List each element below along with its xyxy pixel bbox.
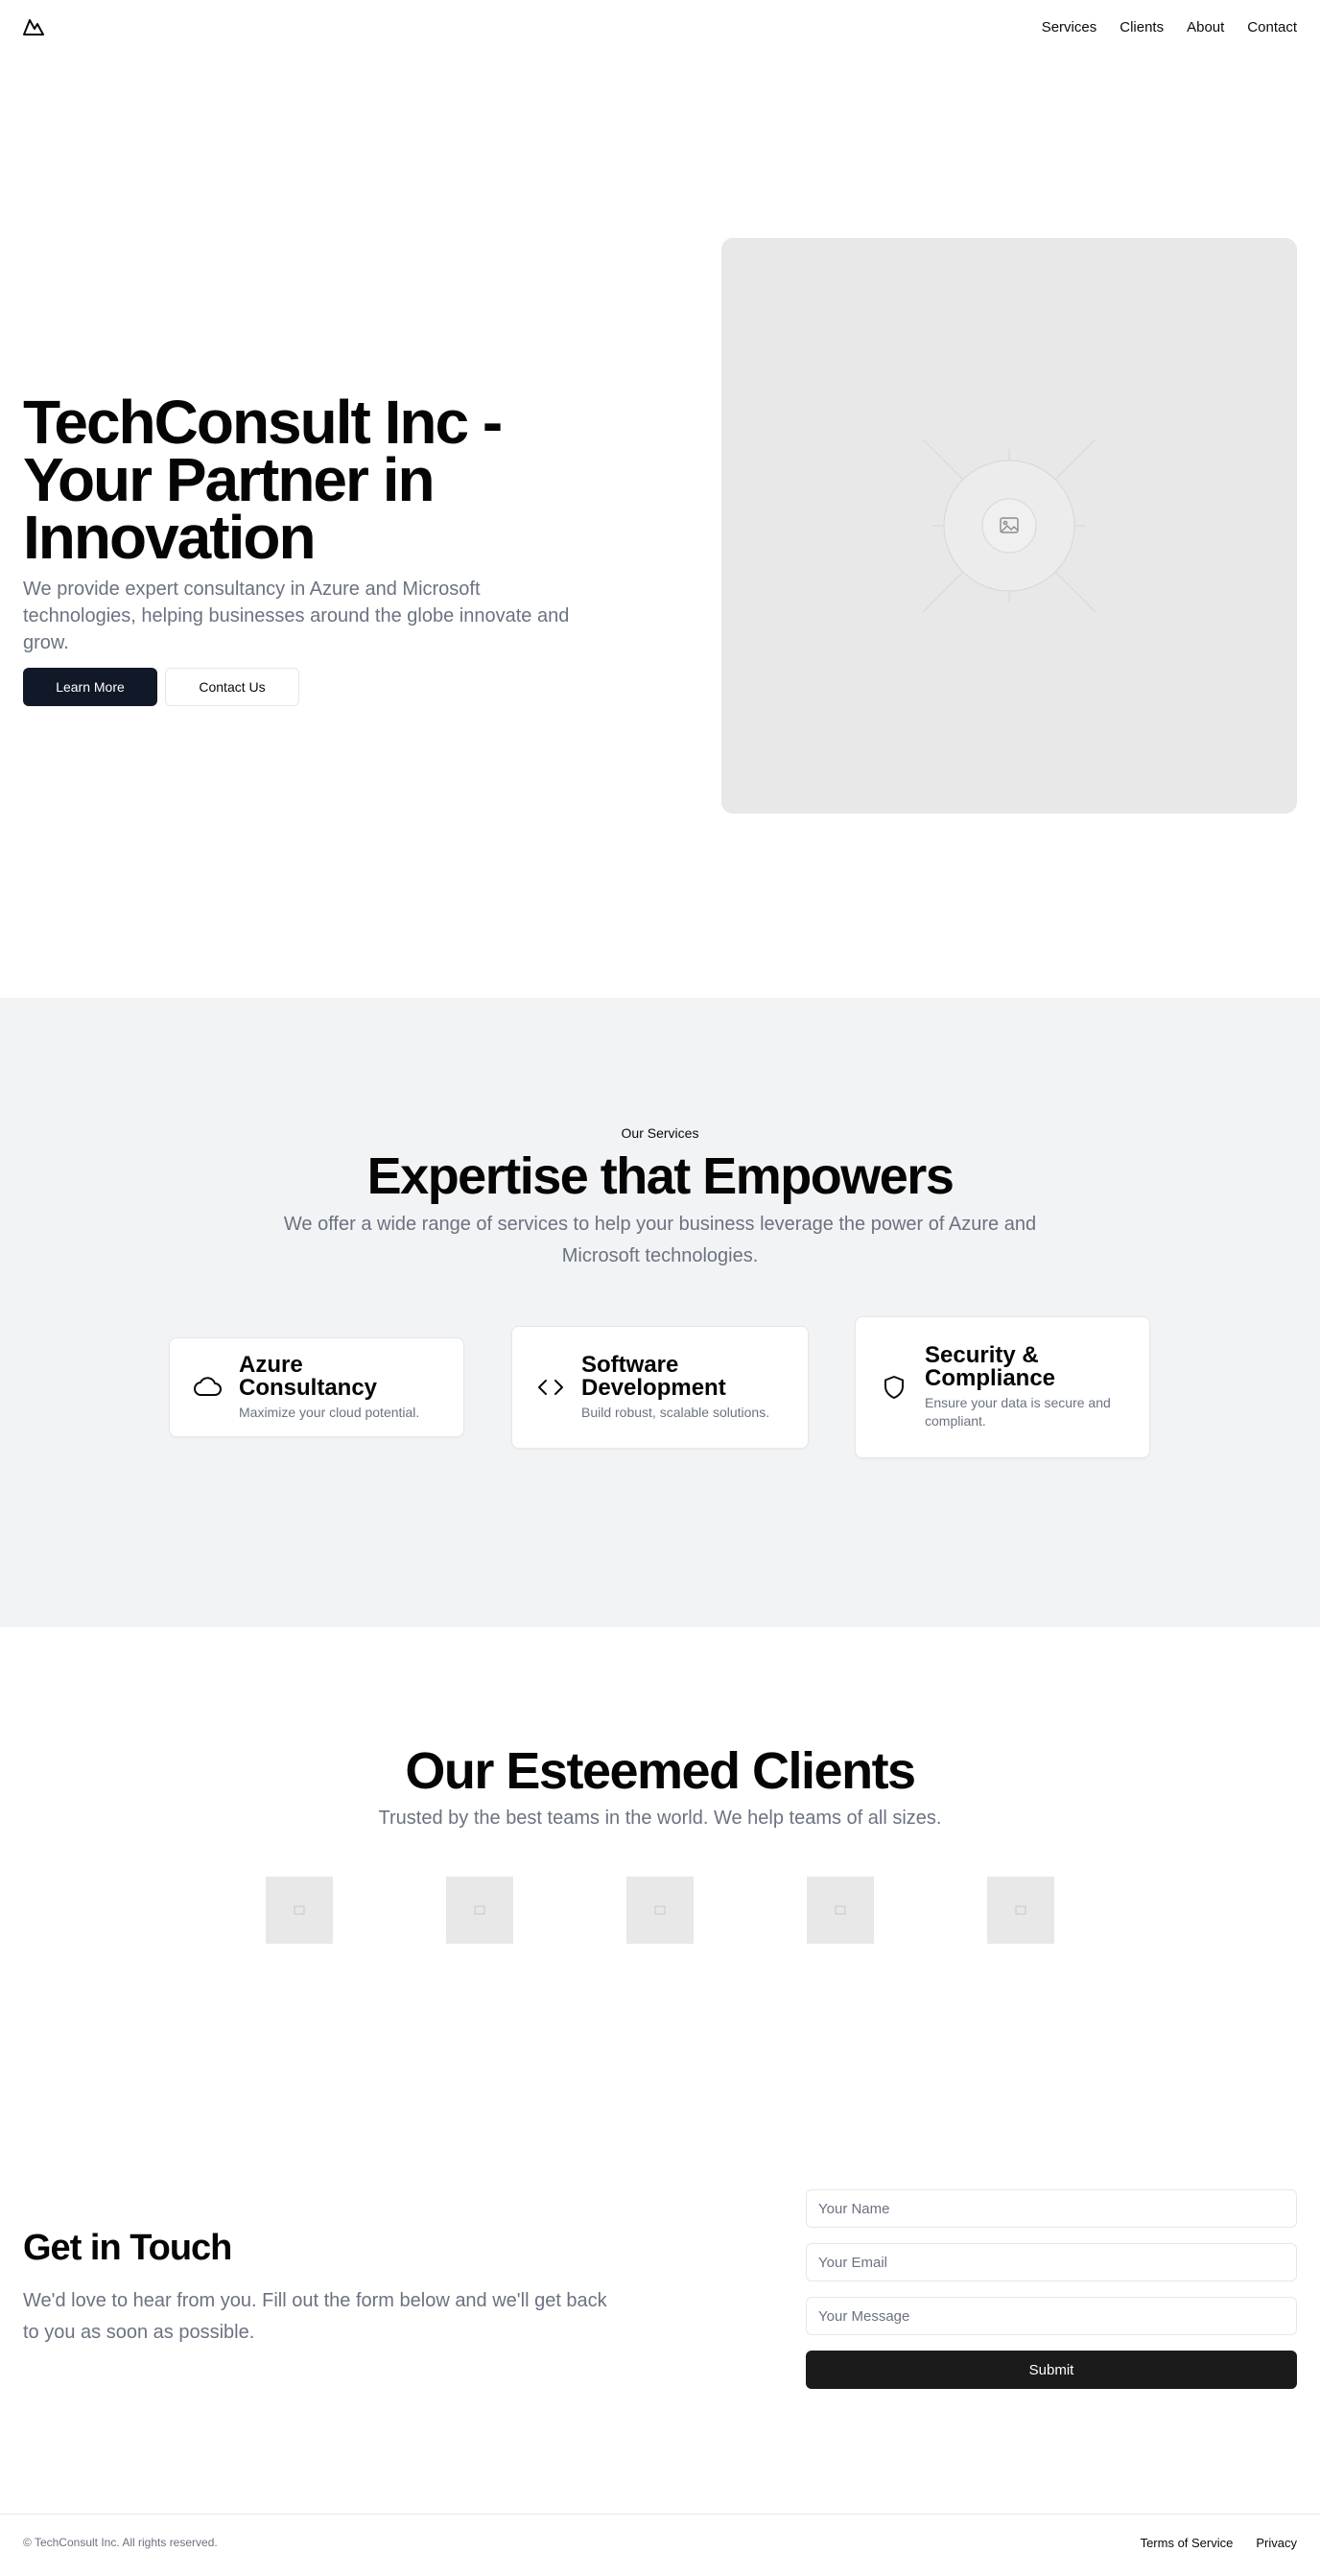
privacy-link[interactable]: Privacy bbox=[1256, 2536, 1297, 2550]
learn-more-button[interactable]: Learn More bbox=[23, 668, 157, 706]
site-header: Services Clients About Contact bbox=[0, 0, 1320, 54]
name-field[interactable] bbox=[806, 2189, 1297, 2228]
services-title: Expertise that Empowers bbox=[366, 1147, 955, 1205]
code-icon bbox=[535, 1372, 566, 1403]
contact-us-button[interactable]: Contact Us bbox=[165, 668, 299, 706]
shield-icon bbox=[879, 1372, 909, 1403]
client-logo bbox=[626, 1877, 694, 1944]
site-footer: © TechConsult Inc. All rights reserved. … bbox=[0, 2514, 1320, 2576]
message-field[interactable] bbox=[806, 2297, 1297, 2335]
services-subtitle: We offer a wide range of services to hel… bbox=[283, 1214, 1037, 1266]
nav-link-clients[interactable]: Clients bbox=[1120, 19, 1164, 35]
mountain-icon[interactable] bbox=[23, 15, 46, 38]
card-title: Azure Consultancy bbox=[239, 1351, 378, 1401]
client-logo bbox=[987, 1877, 1054, 1944]
card-description: Maximize your cloud potential. bbox=[239, 1404, 420, 1420]
client-logo bbox=[807, 1877, 874, 1944]
nav-link-about[interactable]: About bbox=[1187, 19, 1224, 35]
card-title: Security & Compliance bbox=[925, 1342, 1056, 1391]
hero-title: TechConsult Inc - Your Partner in Innova… bbox=[23, 388, 503, 572]
hero-buttons: Learn More Contact Us bbox=[23, 668, 637, 706]
clients-subtitle: Trusted by the best teams in the world. … bbox=[378, 1808, 942, 1829]
footer-links: Terms of Service Privacy bbox=[1141, 2536, 1297, 2550]
nav-link-services[interactable]: Services bbox=[1042, 19, 1097, 35]
card-title: Software Development bbox=[581, 1351, 726, 1401]
contact-section: Get in Touch We'd love to hear from you.… bbox=[0, 2068, 1320, 2514]
hero-image-placeholder bbox=[721, 238, 1297, 814]
client-logo bbox=[266, 1877, 333, 1944]
cloud-icon bbox=[193, 1372, 224, 1403]
services-section: Our Services Expertise that Empowers We … bbox=[0, 998, 1320, 1627]
main-nav: Services Clients About Contact bbox=[1042, 19, 1297, 35]
hero-text: TechConsult Inc - Your Partner in Innova… bbox=[23, 388, 637, 706]
hero-section: TechConsult Inc - Your Partner in Innova… bbox=[0, 54, 1320, 998]
email-field[interactable] bbox=[806, 2243, 1297, 2281]
copyright-text: © TechConsult Inc. All rights reserved. bbox=[23, 2536, 218, 2549]
services-eyebrow: Our Services bbox=[621, 1125, 699, 1141]
service-card-security[interactable]: Security & Compliance Ensure your data i… bbox=[855, 1316, 1150, 1458]
service-card-software[interactable]: Software Development Build robust, scala… bbox=[511, 1326, 809, 1449]
contact-subtitle: We'd love to hear from you. Fill out the… bbox=[23, 2290, 607, 2343]
card-description: Build robust, scalable solutions. bbox=[581, 1404, 770, 1420]
client-logo bbox=[446, 1877, 513, 1944]
card-description: Ensure your data is secure and compliant… bbox=[925, 1395, 1111, 1429]
service-card-azure[interactable]: Azure Consultancy Maximize your cloud po… bbox=[169, 1337, 464, 1437]
hero-subtitle: We provide expert consultancy in Azure a… bbox=[23, 579, 570, 653]
contact-title: Get in Touch bbox=[23, 2228, 232, 2268]
clients-section: Our Esteemed Clients Trusted by the best… bbox=[0, 1627, 1320, 2068]
nav-link-contact[interactable]: Contact bbox=[1247, 19, 1297, 35]
terms-link[interactable]: Terms of Service bbox=[1141, 2536, 1234, 2550]
clients-title: Our Esteemed Clients bbox=[405, 1742, 916, 1800]
image-placeholder-icon bbox=[922, 438, 1096, 613]
submit-button[interactable]: Submit bbox=[806, 2351, 1297, 2389]
